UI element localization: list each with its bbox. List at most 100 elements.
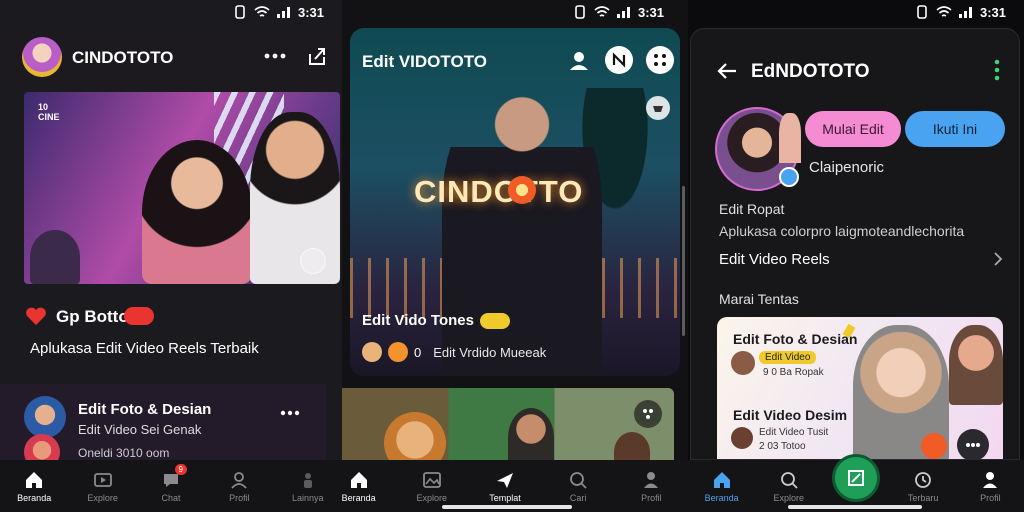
more-icon[interactable] xyxy=(262,46,288,66)
nav-home[interactable]: Beranda xyxy=(6,470,62,503)
nav-profile[interactable]: Profil xyxy=(623,470,679,503)
home-icon xyxy=(350,471,367,488)
notification-icon[interactable] xyxy=(605,46,633,74)
status-time: 3:31 xyxy=(298,4,325,20)
panel-title: Edit VIDOTOTO xyxy=(362,52,487,71)
home-indicator[interactable] xyxy=(442,505,572,509)
thumb-action-icon[interactable] xyxy=(634,400,662,428)
card-meta: Oneldi 3010 oom xyxy=(78,446,170,460)
hero-badge: 10 CINE xyxy=(38,102,60,122)
user-icon xyxy=(983,471,998,488)
play-bubble[interactable] xyxy=(300,248,326,274)
vibrate-icon xyxy=(575,5,585,19)
home-indicator[interactable] xyxy=(788,505,922,509)
caption-avatar-2 xyxy=(388,342,408,362)
search-icon xyxy=(570,471,587,489)
video-panel[interactable]: Edit VIDOTOTO CINDOTTO Edit Vido Tones 0… xyxy=(350,28,680,376)
video-icon xyxy=(93,472,112,487)
chevron-right-icon xyxy=(994,252,1003,266)
apps-icon[interactable] xyxy=(646,46,674,74)
brand-text: CINDOTTO xyxy=(414,174,584,209)
plane-icon xyxy=(496,472,513,488)
clock-icon xyxy=(915,471,932,488)
kebab-menu-icon[interactable] xyxy=(989,57,1005,83)
share-icon[interactable] xyxy=(304,43,330,69)
wifi-icon xyxy=(254,6,270,17)
nav-latest[interactable]: Terbaru xyxy=(895,470,951,503)
post-badge xyxy=(124,307,154,325)
person-woman xyxy=(142,140,252,284)
wifi-icon xyxy=(594,6,610,17)
post-description: Aplukasa Edit Video Reels Terbaik xyxy=(30,340,259,357)
nav-profile[interactable]: Profil xyxy=(211,470,267,503)
nav-create[interactable] xyxy=(828,453,884,505)
home-icon xyxy=(26,471,43,488)
bottom-nav: Beranda Explore 9 Chat Profil Lainnya xyxy=(0,460,342,512)
nav-chat[interactable]: 9 Chat xyxy=(143,463,199,503)
status-time: 3:31 xyxy=(638,4,665,20)
post-title: Gp Botto xyxy=(56,307,129,326)
nav-explore[interactable]: Explore xyxy=(75,470,131,503)
secondary-action-button[interactable]: Ikuti Ini xyxy=(905,111,1005,147)
nav-search[interactable]: Cari xyxy=(550,470,606,503)
nav-more[interactable]: Lainnya xyxy=(280,470,336,503)
nav-template[interactable]: Templat xyxy=(477,470,533,503)
user-icon xyxy=(644,471,659,488)
edit-frame-icon xyxy=(847,469,864,486)
card1-title: Edit Foto & Desian xyxy=(733,331,858,347)
back-arrow-icon[interactable] xyxy=(715,59,739,83)
comment-icon[interactable] xyxy=(957,429,989,459)
card-avatar xyxy=(24,396,66,438)
card2-meta1: Edit Video Tusit xyxy=(759,427,829,438)
avatar[interactable] xyxy=(22,37,62,77)
home-icon xyxy=(713,471,730,488)
person-silhouette xyxy=(442,90,602,376)
user-icon[interactable] xyxy=(566,48,592,74)
signal-icon xyxy=(277,7,290,18)
signal-icon xyxy=(959,7,972,18)
feature-card[interactable]: Edit Foto & Desian Edit Video 9 0 Ba Rop… xyxy=(717,317,1003,459)
nav-home[interactable]: Beranda xyxy=(342,470,387,503)
card-right-figure xyxy=(949,325,1003,405)
card-title: Edit Foto & Desian xyxy=(78,401,212,418)
nav-explore[interactable]: Explore xyxy=(404,470,460,503)
card-more-icon[interactable] xyxy=(278,408,302,418)
caption-subtitle: Edit Vrdido Mueeak xyxy=(433,344,547,360)
reels-link[interactable]: Edit Video Reels xyxy=(719,247,1003,271)
person-icon xyxy=(303,472,312,488)
person-man xyxy=(250,112,340,284)
section-label: Edit Ropat xyxy=(719,201,785,217)
hero-image[interactable]: 10 CINE xyxy=(24,92,340,284)
profile-panel: EdNDOTOTO Mulai Edit Ikuti Ini Claipenor… xyxy=(690,28,1020,460)
card1-avatar xyxy=(731,351,755,375)
nav-explore[interactable]: Explore xyxy=(761,470,817,503)
gallery-icon xyxy=(422,471,441,488)
thumb-person-1 xyxy=(384,412,446,460)
nav-home[interactable]: Beranda xyxy=(694,470,750,503)
thumb-person-3 xyxy=(614,432,650,460)
record-icon[interactable] xyxy=(646,96,670,120)
create-fab[interactable] xyxy=(831,453,880,502)
card-avatar-small xyxy=(24,434,60,460)
status-bar: 3:31 xyxy=(572,0,664,24)
status-bar: 3:31 xyxy=(232,0,324,24)
signal-icon xyxy=(617,7,630,18)
thumbnail-strip[interactable] xyxy=(342,388,674,460)
avatar-side-person xyxy=(779,113,801,163)
reaction-icon[interactable] xyxy=(921,433,947,459)
search-icon xyxy=(780,471,798,489)
verified-icon xyxy=(779,167,799,187)
status-bar: 3:31 xyxy=(914,0,1006,24)
scroll-indicator[interactable] xyxy=(682,186,685,336)
status-time: 3:31 xyxy=(980,4,1007,20)
vibrate-icon xyxy=(235,5,245,19)
caption-number: 0 xyxy=(414,344,422,360)
card1-tag: Edit Video xyxy=(759,351,817,364)
card2-meta2: 2 03 Totoo xyxy=(759,441,806,452)
heart-icon[interactable] xyxy=(24,304,48,328)
caption-badge xyxy=(479,312,510,329)
app-title: CINDOTOTO xyxy=(72,48,174,67)
content-card[interactable]: Edit Foto & Desian Edit Video Sei Genak … xyxy=(0,384,326,460)
nav-profile[interactable]: Profil xyxy=(962,470,1018,503)
primary-action-button[interactable]: Mulai Edit xyxy=(805,111,901,147)
